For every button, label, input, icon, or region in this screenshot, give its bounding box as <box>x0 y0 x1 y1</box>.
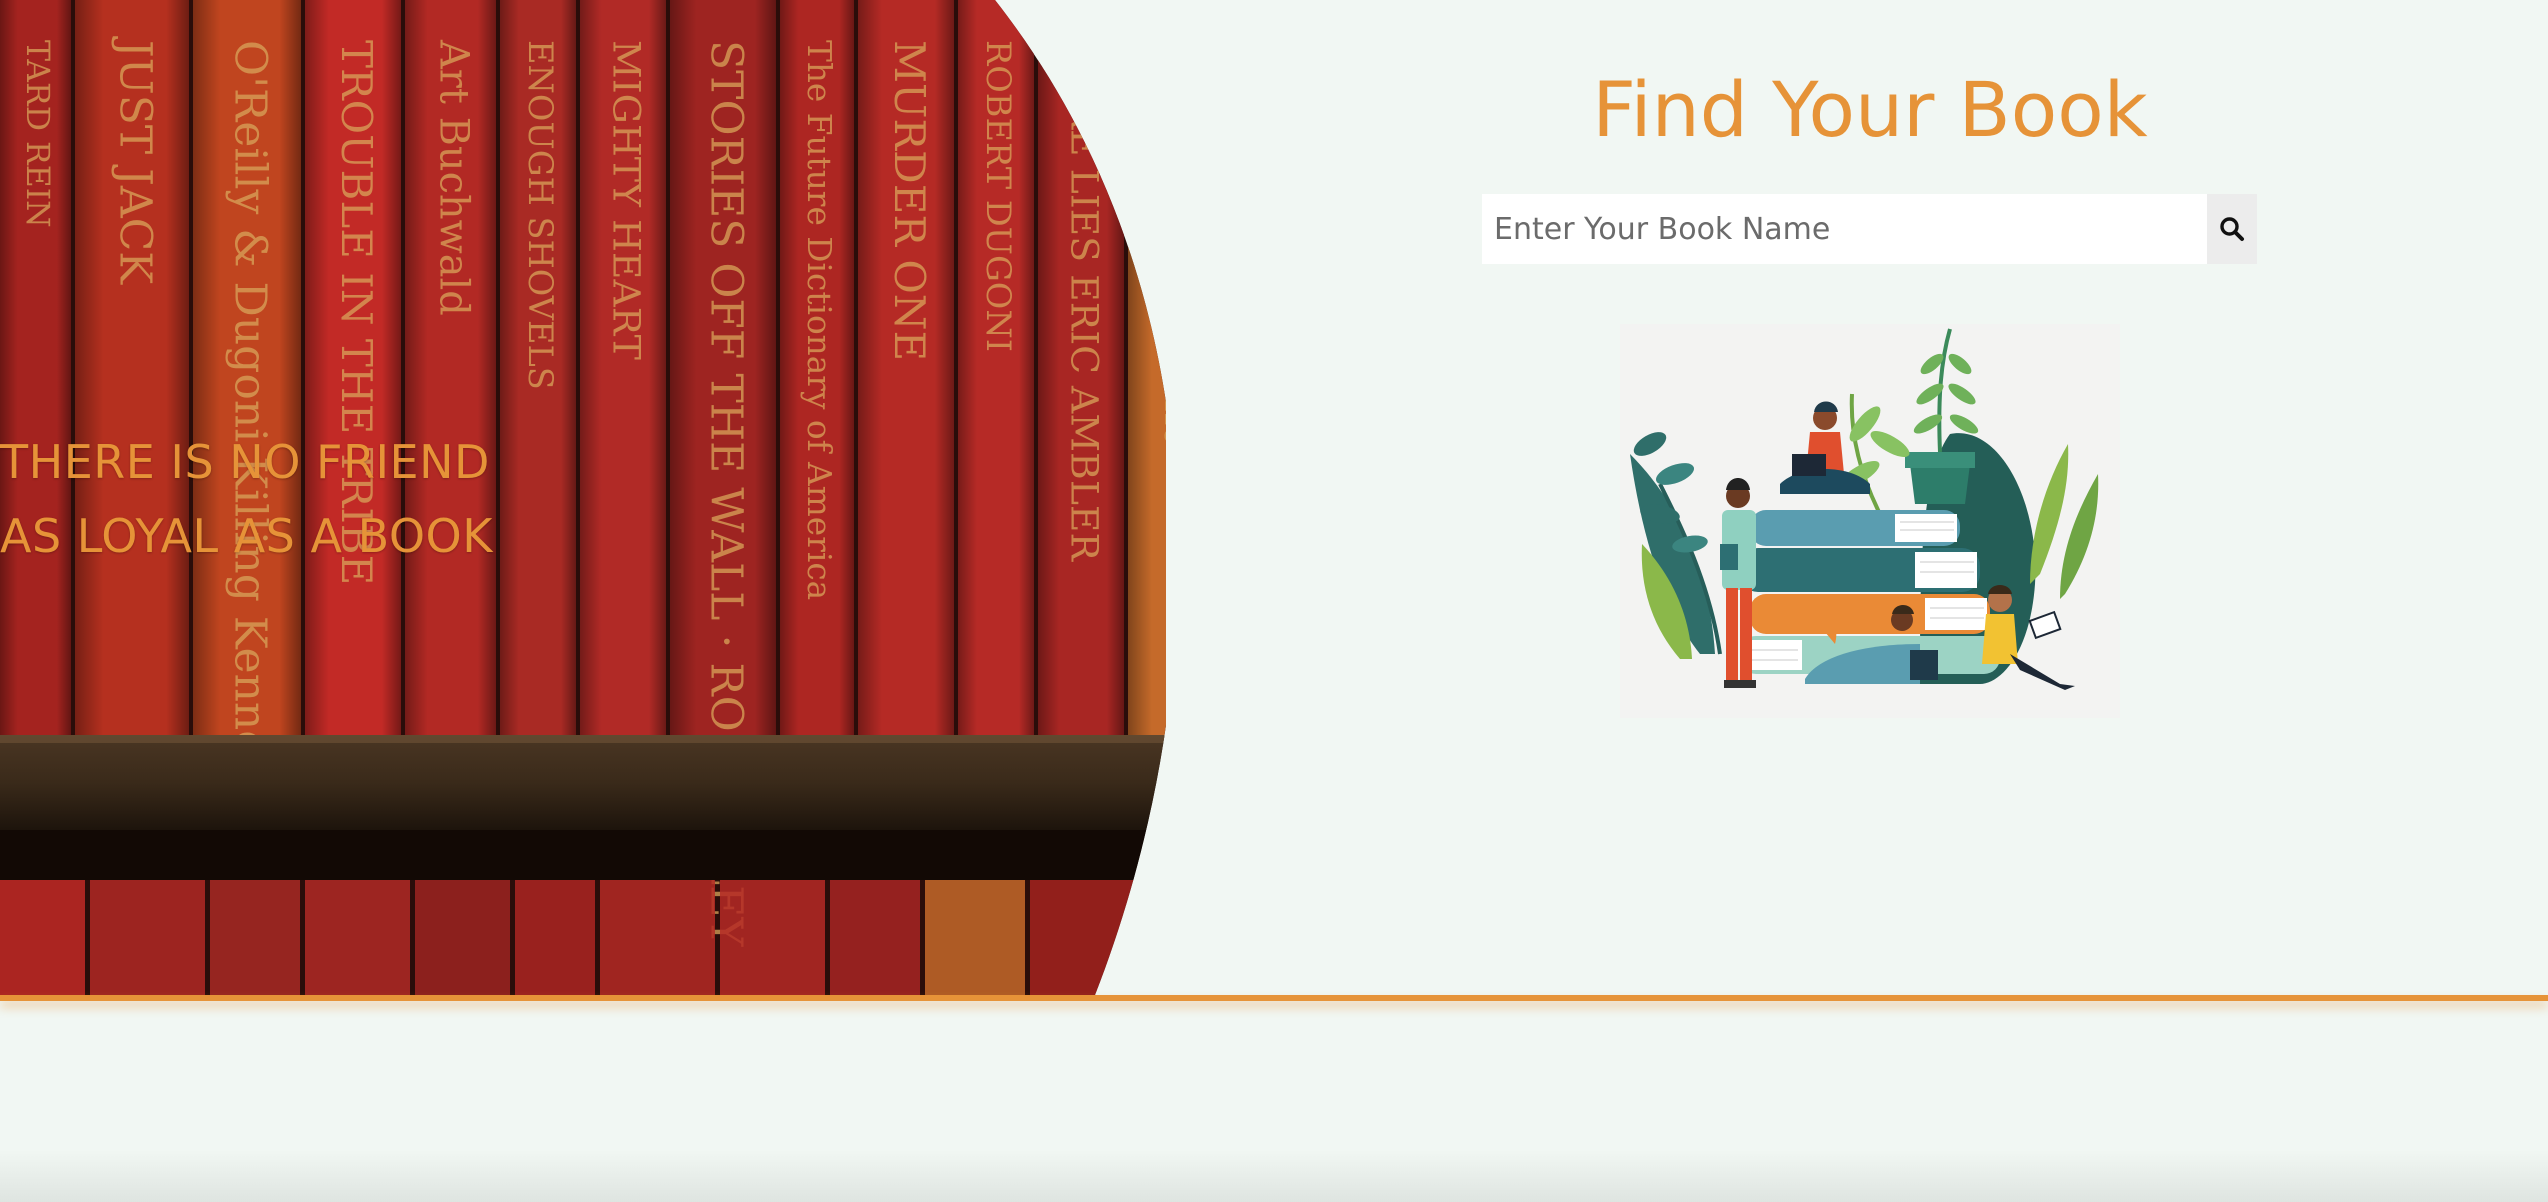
book-spine: MIGHTY HEART <box>580 0 666 740</box>
book-spine: TARD REIN <box>0 0 71 740</box>
book-spine: TROUBLE IN THE TRIBE <box>305 0 401 740</box>
book-spine: Art Buchwald <box>405 0 496 740</box>
hero-quote: THERE IS NO FRIEND AS LOYAL AS A BOOK <box>0 425 493 573</box>
book-spine: MURDER ONE <box>858 0 954 740</box>
search-icon <box>2220 217 2244 241</box>
lower-book-spine <box>305 880 410 995</box>
page: TARD REIN JUST JACK O'Reilly & Dugoni Kill… <box>0 0 2548 1202</box>
book-spine-title: MURDER ONE <box>885 40 934 361</box>
lower-book-spine <box>720 880 825 995</box>
book-spine-title: HERE LIES ERIC AMBLER <box>1063 40 1107 563</box>
book-spine-title: TARD REIN <box>19 40 55 228</box>
section-divider <box>0 995 2548 1001</box>
hero-section: TARD REIN JUST JACK O'Reilly & Dugoni Kill… <box>0 0 2548 995</box>
search-button[interactable] <box>2207 194 2257 264</box>
quote-line-2: AS LOYAL AS A BOOK <box>0 509 493 563</box>
lower-book-spine <box>515 880 595 995</box>
lower-book-spine <box>210 880 300 995</box>
book-spine-title: ENOUGH SHOVELS <box>521 40 560 390</box>
illustration-svg <box>1630 328 2099 690</box>
book-spine-title: Feather Treatment <box>1155 40 1166 443</box>
book-spine: ROBERT DUGONI <box>958 0 1034 740</box>
book-spine: ENOUGH SHOVELS <box>500 0 576 740</box>
book-spine: The Future Dictionary of America <box>780 0 854 740</box>
lower-book-spine <box>415 880 510 995</box>
lower-book-spine <box>600 880 715 995</box>
book-spine-title: JUST JACK <box>110 36 161 285</box>
page-title: Find Your Book <box>1592 65 2148 154</box>
book-spine-title: MIGHTY HEART <box>605 40 649 360</box>
lower-book-spine <box>830 880 920 995</box>
book-spine: HERE LIES ERIC AMBLER <box>1038 0 1124 740</box>
lower-book-spine <box>925 880 1025 995</box>
book-spine: Feather Treatment <box>1128 0 1166 740</box>
lower-book-spine <box>0 880 85 995</box>
book-spine-title: ROBERT DUGONI <box>979 40 1018 352</box>
book-spine: O'Reilly & Dugoni Killing Kennedy <box>193 0 301 809</box>
footer-shadow <box>0 1150 2548 1202</box>
reading-people-illustration <box>1620 324 2120 718</box>
quote-line-1: THERE IS NO FRIEND <box>0 435 490 489</box>
lower-book-spine <box>1030 880 1135 995</box>
book-spine: JUST JACK <box>75 0 189 740</box>
lower-book-spine <box>90 880 205 995</box>
book-spine-title: Art Buchwald <box>431 39 477 316</box>
book-spine-title: The Future Dictionary of America <box>800 40 838 600</box>
search-bar <box>1482 194 2257 264</box>
search-input[interactable] <box>1482 194 2207 264</box>
